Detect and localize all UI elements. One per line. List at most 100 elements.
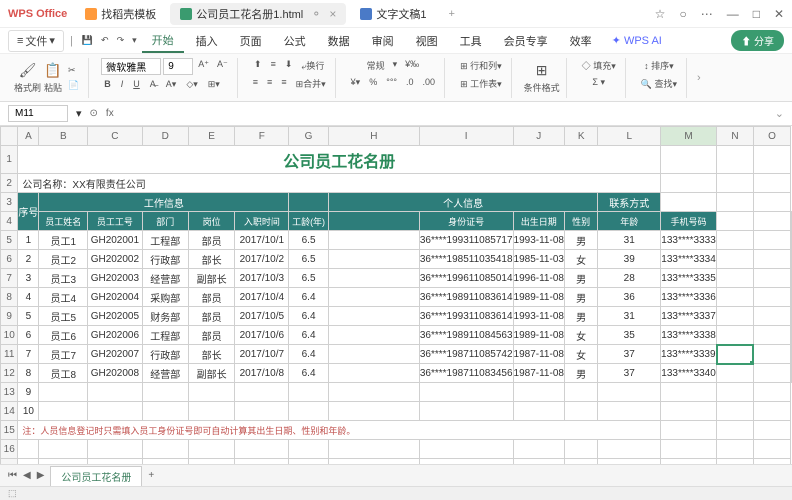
data-cell[interactable]: 1: [18, 231, 39, 250]
data-cell[interactable]: 36****199311083614: [419, 307, 513, 326]
data-cell[interactable]: 男: [564, 288, 597, 307]
data-cell[interactable]: 员工1: [39, 231, 88, 250]
data-cell[interactable]: 1989-11-08: [513, 288, 564, 307]
data-cell[interactable]: 员工8: [39, 364, 88, 383]
file-tab-doc[interactable]: 文字文稿1: [350, 3, 436, 25]
cell[interactable]: [717, 231, 754, 250]
data-cell[interactable]: 6.4: [289, 288, 328, 307]
data-cell[interactable]: 133****3338: [661, 326, 717, 345]
percent-icon[interactable]: ¥▾: [348, 76, 364, 89]
data-cell[interactable]: 31: [598, 231, 661, 250]
bell-icon[interactable]: ○: [679, 7, 686, 21]
data-cell[interactable]: 采购部: [142, 288, 188, 307]
row-header[interactable]: 12: [1, 364, 18, 383]
data-cell[interactable]: 1989-11-08: [513, 326, 564, 345]
minimize-button[interactable]: —: [727, 7, 739, 21]
data-cell[interactable]: [328, 288, 419, 307]
data-cell[interactable]: 男: [564, 364, 597, 383]
data-cell[interactable]: GH202008: [88, 364, 142, 383]
tab-review[interactable]: 审阅: [362, 30, 404, 52]
decrease-font[interactable]: A⁻: [214, 58, 231, 75]
fill-color[interactable]: ◇▾: [183, 78, 200, 91]
fx-label[interactable]: fx: [106, 108, 114, 119]
data-cell[interactable]: 28: [598, 269, 661, 288]
fx-icon[interactable]: ⊙: [90, 108, 98, 119]
copy-icon[interactable]: 📄: [65, 79, 82, 92]
size-select[interactable]: [163, 58, 193, 75]
data-cell[interactable]: 36****198511035418: [419, 250, 513, 269]
data-cell[interactable]: 员工2: [39, 250, 88, 269]
file-tab-active[interactable]: 公司员工花名册1.html⚬×: [170, 3, 346, 25]
data-cell[interactable]: 员工7: [39, 345, 88, 364]
border-button[interactable]: ⊞▾: [205, 78, 223, 91]
file-tab-template[interactable]: 找稻壳模板: [75, 3, 166, 25]
tab-data[interactable]: 数据: [318, 30, 360, 52]
italic-button[interactable]: I: [118, 78, 127, 91]
data-cell[interactable]: 经营部: [142, 269, 188, 288]
cell[interactable]: [717, 326, 754, 345]
data-cell[interactable]: 部员: [188, 231, 234, 250]
data-cell[interactable]: 8: [18, 364, 39, 383]
cell[interactable]: [717, 269, 754, 288]
data-cell[interactable]: 36****198711085742: [419, 345, 513, 364]
data-cell[interactable]: 31: [598, 307, 661, 326]
data-cell[interactable]: 行政部: [142, 345, 188, 364]
wrap-text[interactable]: ⤶换行: [298, 58, 327, 73]
data-cell[interactable]: 133****3337: [661, 307, 717, 326]
ribbon-expand[interactable]: ›: [697, 72, 701, 84]
data-cell[interactable]: 2017/10/3: [235, 269, 289, 288]
align-center[interactable]: ≡: [264, 76, 275, 91]
align-left[interactable]: ≡: [250, 76, 261, 91]
data-cell[interactable]: 员工5: [39, 307, 88, 326]
align-bot[interactable]: ⬇: [282, 58, 296, 73]
row-header[interactable]: 6: [1, 250, 18, 269]
tab-efficiency[interactable]: 效率: [560, 30, 602, 52]
row-header[interactable]: 1: [1, 146, 18, 174]
tab-member[interactable]: 会员专享: [494, 30, 558, 52]
file-menu[interactable]: ≡文件▾: [8, 30, 64, 52]
data-cell[interactable]: 133****3340: [661, 364, 717, 383]
strike-button[interactable]: A̶: [147, 78, 159, 91]
col-header[interactable]: J: [513, 127, 564, 146]
data-cell[interactable]: [328, 269, 419, 288]
cell[interactable]: [717, 307, 754, 326]
data-cell[interactable]: 部员: [188, 326, 234, 345]
data-cell[interactable]: 副部长: [188, 269, 234, 288]
data-cell[interactable]: GH202004: [88, 288, 142, 307]
data-cell[interactable]: GH202006: [88, 326, 142, 345]
data-cell[interactable]: GH202003: [88, 269, 142, 288]
data-cell[interactable]: 副部长: [188, 364, 234, 383]
row-header[interactable]: 14: [1, 402, 18, 421]
data-cell[interactable]: 7: [18, 345, 39, 364]
data-cell[interactable]: 6.5: [289, 231, 328, 250]
format-painter[interactable]: 🖌格式刷: [14, 62, 41, 94]
add-sheet-button[interactable]: +: [148, 470, 154, 481]
col-header[interactable]: I: [419, 127, 513, 146]
data-cell[interactable]: 1993-11-08: [513, 231, 564, 250]
data-cell[interactable]: 36****199611085014: [419, 269, 513, 288]
col-header[interactable]: B: [39, 127, 88, 146]
align-top[interactable]: ⬆: [251, 58, 265, 73]
save-icon[interactable]: 💾: [79, 34, 96, 47]
data-cell[interactable]: [328, 250, 419, 269]
align-right[interactable]: ≡: [278, 76, 289, 91]
row-header[interactable]: 7: [1, 269, 18, 288]
data-cell[interactable]: 37: [598, 345, 661, 364]
cut-icon[interactable]: ✂: [65, 64, 82, 77]
data-cell[interactable]: 部长: [188, 345, 234, 364]
star-icon[interactable]: ☆: [655, 7, 666, 21]
cond-format[interactable]: ⊞条件格式: [524, 62, 560, 94]
data-cell[interactable]: 经营部: [142, 364, 188, 383]
row-header[interactable]: 13: [1, 383, 18, 402]
row-header[interactable]: 5: [1, 231, 18, 250]
data-cell[interactable]: 男: [564, 231, 597, 250]
data-cell[interactable]: 36****198911083614: [419, 288, 513, 307]
data-cell[interactable]: 4: [18, 288, 39, 307]
data-cell[interactable]: 1985-11-03: [513, 250, 564, 269]
data-cell[interactable]: 1987-11-08: [513, 364, 564, 383]
col-header[interactable]: A: [18, 127, 39, 146]
data-cell[interactable]: 部员: [188, 288, 234, 307]
data-cell[interactable]: 133****3336: [661, 288, 717, 307]
font-color[interactable]: A▾: [163, 78, 180, 91]
data-cell[interactable]: [328, 364, 419, 383]
